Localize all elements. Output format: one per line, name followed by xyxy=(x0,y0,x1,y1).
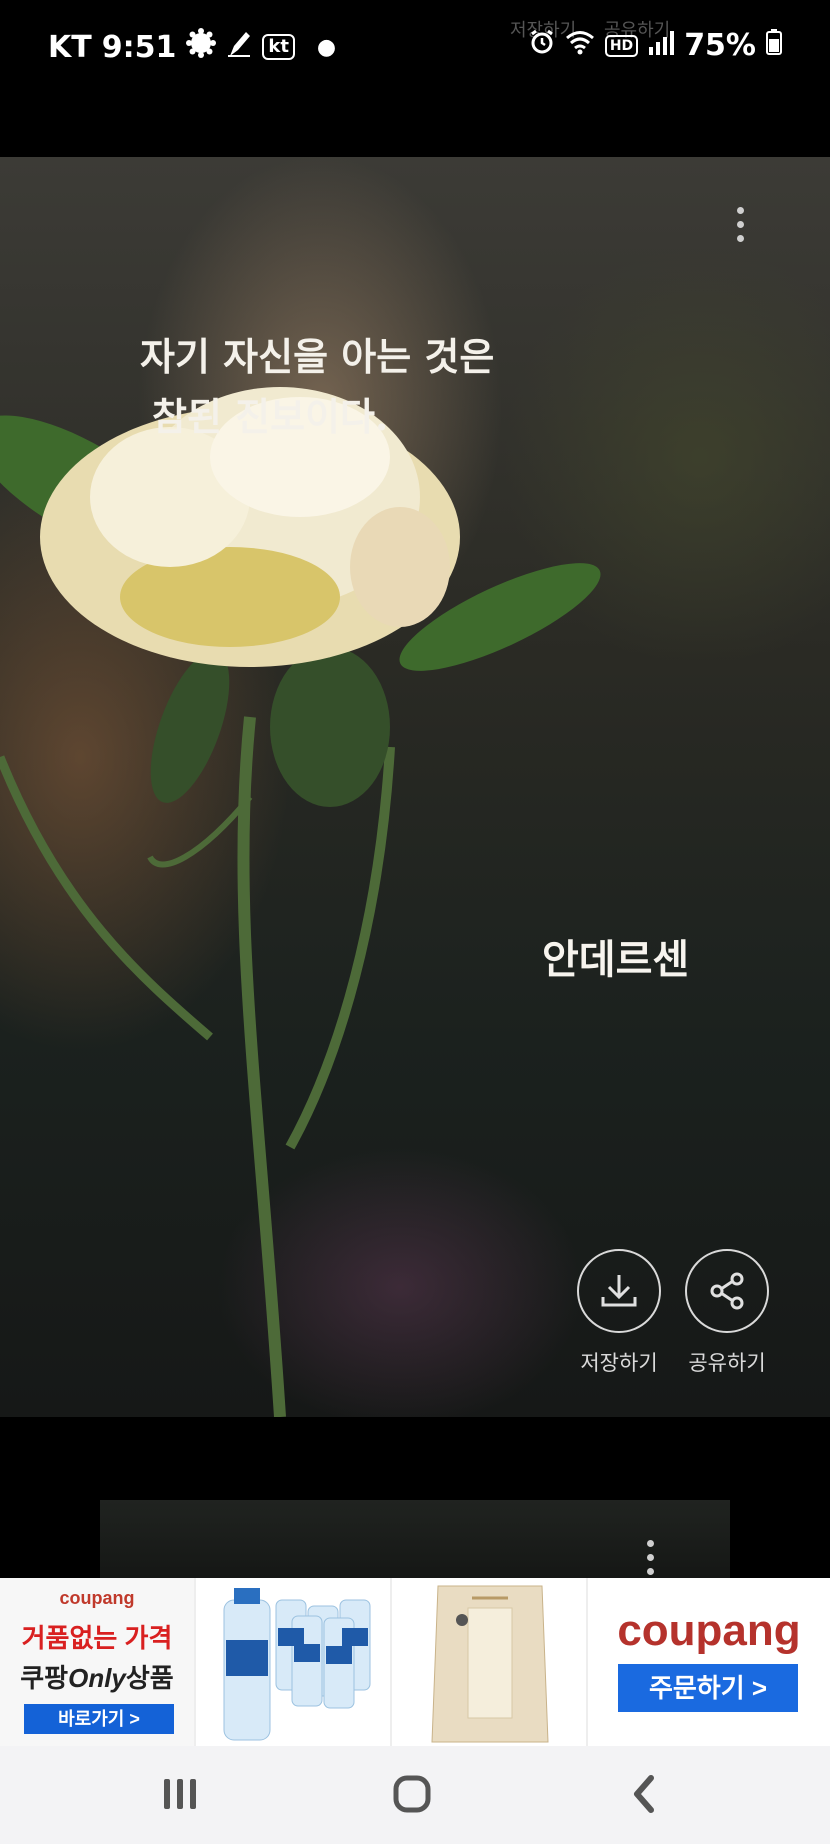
back-button[interactable] xyxy=(614,1766,674,1826)
status-right: HD 75% xyxy=(529,28,782,63)
quote-card[interactable]: 자기 자신을 아는 것은 참된 진보이다. 안데르센 저장하기 공유하기 xyxy=(0,157,830,1417)
ad-order-cell[interactable]: coupang 주문하기 > xyxy=(588,1578,830,1746)
ad-headline-2b: Only xyxy=(68,1663,126,1693)
wifi-icon xyxy=(565,28,595,63)
back-icon xyxy=(629,1774,659,1818)
share-icon xyxy=(685,1249,769,1333)
kebab-icon xyxy=(736,207,744,214)
home-icon xyxy=(392,1774,432,1818)
ad-headline-2: 쿠팡Only상품 xyxy=(0,1658,194,1695)
quote-text: 자기 자신을 아는 것은 참된 진보이다. xyxy=(140,327,494,447)
card-more-button[interactable] xyxy=(730,207,750,251)
share-button[interactable]: 공유하기 xyxy=(672,1249,782,1377)
quote-line-1: 자기 자신을 아는 것은 xyxy=(140,334,495,379)
ad-headline-1: 거품없는 가격 xyxy=(21,1623,173,1653)
clock: 9:51 xyxy=(101,29,177,65)
ad-headline-2a: 쿠팡 xyxy=(20,1663,69,1693)
ad-brand-large: coupang xyxy=(617,1606,801,1655)
brightness-icon xyxy=(186,28,217,66)
carrier-badge: kt xyxy=(262,34,295,60)
dot-icon: ● xyxy=(316,34,337,60)
battery-icon xyxy=(766,28,782,63)
pen-icon xyxy=(226,28,252,66)
quote-line-2: 참된 진보이다. xyxy=(152,394,389,439)
quote-author: 안데르센 xyxy=(542,936,690,983)
navigation-bar xyxy=(0,1746,830,1844)
battery-percent: 75% xyxy=(684,28,756,63)
carrier-label: KT xyxy=(48,29,92,65)
recents-icon xyxy=(162,1777,198,1815)
kebab-icon xyxy=(646,1540,654,1547)
alarm-icon xyxy=(529,28,555,63)
rice-bag-image xyxy=(431,1585,549,1743)
water-bottles-image xyxy=(223,1588,371,1741)
save-label: 저장하기 xyxy=(580,1351,658,1375)
recents-button[interactable] xyxy=(150,1766,210,1826)
ad-headline-2c: 상품 xyxy=(125,1663,174,1693)
ad-brand-small: coupang xyxy=(59,1588,135,1608)
home-button[interactable] xyxy=(382,1766,442,1826)
share-label: 공유하기 xyxy=(688,1351,766,1375)
download-icon xyxy=(577,1249,661,1333)
status-bar: KT 9:51 kt ● 저장하기 공유하기 HD 75% xyxy=(0,0,830,95)
order-button[interactable]: 주문하기 > xyxy=(618,1664,798,1712)
next-quote-card[interactable] xyxy=(100,1500,730,1578)
hd-badge: HD xyxy=(604,34,639,57)
save-button[interactable]: 저장하기 xyxy=(564,1249,674,1377)
status-left: KT 9:51 kt ● xyxy=(48,28,336,66)
ad-go-button[interactable]: 바로가기 > xyxy=(24,1704,174,1734)
ad-product-rice[interactable] xyxy=(392,1578,588,1746)
signal-icon xyxy=(648,28,675,63)
ad-promo-cell[interactable]: coupang 거품없는 가격 쿠팡Only상품 바로가기 > xyxy=(0,1578,196,1746)
ad-banner[interactable]: coupang 거품없는 가격 쿠팡Only상품 바로가기 > coupang … xyxy=(0,1578,830,1746)
ad-product-water[interactable] xyxy=(196,1578,392,1746)
